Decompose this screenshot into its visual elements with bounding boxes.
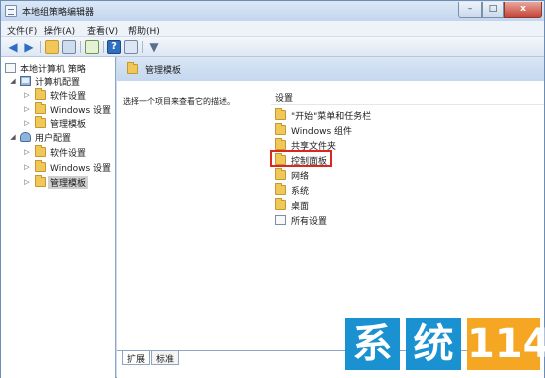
folder-icon: [275, 168, 286, 180]
title-bar[interactable]: 本地组策略编辑器 – □ x: [1, 1, 544, 21]
navigation-tree: 本地计算机 策略 ◢ 计算机配置 ▷ 软件设置 ▷ Windows 设置 ▷ 管…: [1, 57, 116, 378]
tree-item-label: 计算机配置: [35, 78, 81, 88]
menu-bar: 文件(F) 操作(A) 查看(V) 帮助(H): [1, 21, 544, 37]
show-hide-tree-icon[interactable]: [62, 40, 76, 54]
expanded-arrow-icon[interactable]: ◢: [9, 132, 17, 142]
close-button[interactable]: x: [504, 2, 542, 18]
details-header: 管理模板: [117, 57, 544, 81]
highlight-annotation-box: [270, 150, 332, 167]
list-item-network[interactable]: 网络: [271, 168, 471, 182]
list-item-windows-components[interactable]: Windows 组件: [271, 123, 471, 137]
export-icon[interactable]: [85, 40, 99, 54]
tab-extended[interactable]: 扩展: [122, 351, 151, 365]
tree-item-computer-software-settings[interactable]: ▷ 软件设置: [1, 88, 115, 102]
list-item-start-menu-taskbar[interactable]: "开始"菜单和任务栏: [271, 108, 471, 122]
details-header-title: 管理模板: [145, 66, 182, 76]
tree-item-user-admin-templates[interactable]: ▷ 管理模板: [1, 175, 115, 189]
tree-item-label: Windows 设置: [50, 164, 112, 174]
tree-item-computer-config[interactable]: ◢ 计算机配置: [1, 74, 115, 88]
tree-item-label: 管理模板: [50, 120, 87, 130]
collapsed-arrow-icon[interactable]: ▷: [23, 162, 31, 172]
collapsed-arrow-icon[interactable]: ▷: [23, 104, 31, 114]
collapsed-arrow-icon[interactable]: ▷: [23, 90, 31, 100]
settings-column-header[interactable]: 设置: [271, 87, 544, 105]
folder-icon: [127, 62, 138, 74]
tree-item-label: 软件设置: [50, 92, 87, 102]
menu-help[interactable]: 帮助(H): [128, 24, 160, 37]
tree-item-user-config[interactable]: ◢ 用户配置: [1, 130, 115, 144]
tree-item-label: 管理模板: [48, 176, 89, 189]
filter-icon[interactable]: ▼: [147, 40, 161, 54]
tree-item-user-windows-settings[interactable]: ▷ Windows 设置: [1, 160, 115, 174]
properties-icon[interactable]: [124, 40, 138, 54]
toolbar-separator: [80, 41, 81, 53]
tree-item-label: Windows 设置: [50, 106, 112, 116]
list-item-label: 系统: [291, 187, 310, 197]
computer-icon: [20, 76, 31, 86]
tree-item-user-software-settings[interactable]: ▷ 软件设置: [1, 145, 115, 159]
collapsed-arrow-icon[interactable]: ▷: [23, 177, 31, 187]
minimize-button[interactable]: –: [458, 2, 482, 18]
tree-item-label: 软件设置: [50, 149, 87, 159]
folder-icon: [35, 175, 46, 187]
tree-item-computer-admin-templates[interactable]: ▷ 管理模板: [1, 116, 115, 130]
maximize-button[interactable]: □: [482, 2, 504, 18]
back-icon[interactable]: ◀: [6, 40, 20, 54]
tree-item-label: 用户配置: [35, 134, 72, 144]
toolbar-separator: [40, 41, 41, 53]
group-policy-editor-window: 本地组策略编辑器 – □ x 文件(F) 操作(A) 查看(V) 帮助(H) ◀…: [0, 0, 545, 378]
list-item-label: 桌面: [291, 202, 310, 212]
policy-doc-icon: [5, 63, 16, 73]
folder-icon: [275, 198, 286, 210]
folder-icon: [275, 123, 286, 135]
list-item-label: "开始"菜单和任务栏: [291, 112, 372, 122]
collapsed-arrow-icon[interactable]: ▷: [23, 147, 31, 157]
watermark-logo-char-2: 统: [406, 318, 461, 370]
folder-icon: [35, 160, 46, 172]
folder-icon: [275, 183, 286, 195]
toolbar: ◀ ▶ ? ▼: [1, 37, 544, 57]
menu-file[interactable]: 文件(F): [7, 24, 37, 37]
list-item-label: 所有设置: [291, 217, 328, 227]
toolbar-separator: [142, 41, 143, 53]
up-folder-icon[interactable]: [45, 40, 59, 54]
description-text: 选择一个项目来查看它的描述。: [123, 97, 235, 106]
list-item-system[interactable]: 系统: [271, 183, 471, 197]
menu-action[interactable]: 操作(A): [44, 24, 75, 37]
app-icon: [5, 5, 17, 17]
toolbar-separator: [103, 41, 104, 53]
folder-icon: [35, 102, 46, 114]
collapsed-arrow-icon[interactable]: ▷: [23, 118, 31, 128]
user-icon: [20, 132, 31, 142]
list-item-all-settings[interactable]: 所有设置: [271, 213, 471, 227]
tree-item-local-computer-policy[interactable]: 本地计算机 策略: [1, 61, 115, 75]
folder-icon: [35, 116, 46, 128]
folder-icon: [35, 88, 46, 100]
list-item-label: Windows 组件: [291, 127, 353, 137]
folder-icon: [35, 145, 46, 157]
menu-view[interactable]: 查看(V): [87, 24, 118, 37]
watermark-logo-char-1: 系: [345, 318, 400, 370]
tree-item-computer-windows-settings[interactable]: ▷ Windows 设置: [1, 102, 115, 116]
list-item-label: 网络: [291, 172, 310, 182]
folder-icon: [275, 108, 286, 120]
column-header-label: 设置: [275, 94, 294, 104]
help-icon[interactable]: ?: [107, 40, 121, 54]
watermark-logo-number: 114: [467, 318, 545, 370]
forward-icon[interactable]: ▶: [22, 40, 36, 54]
folder-icon: [275, 138, 286, 150]
window-title: 本地组策略编辑器: [22, 8, 95, 18]
list-item-desktop[interactable]: 桌面: [271, 198, 471, 212]
settings-icon: [275, 215, 286, 225]
tab-standard[interactable]: 标准: [151, 351, 180, 365]
expanded-arrow-icon[interactable]: ◢: [9, 76, 17, 86]
